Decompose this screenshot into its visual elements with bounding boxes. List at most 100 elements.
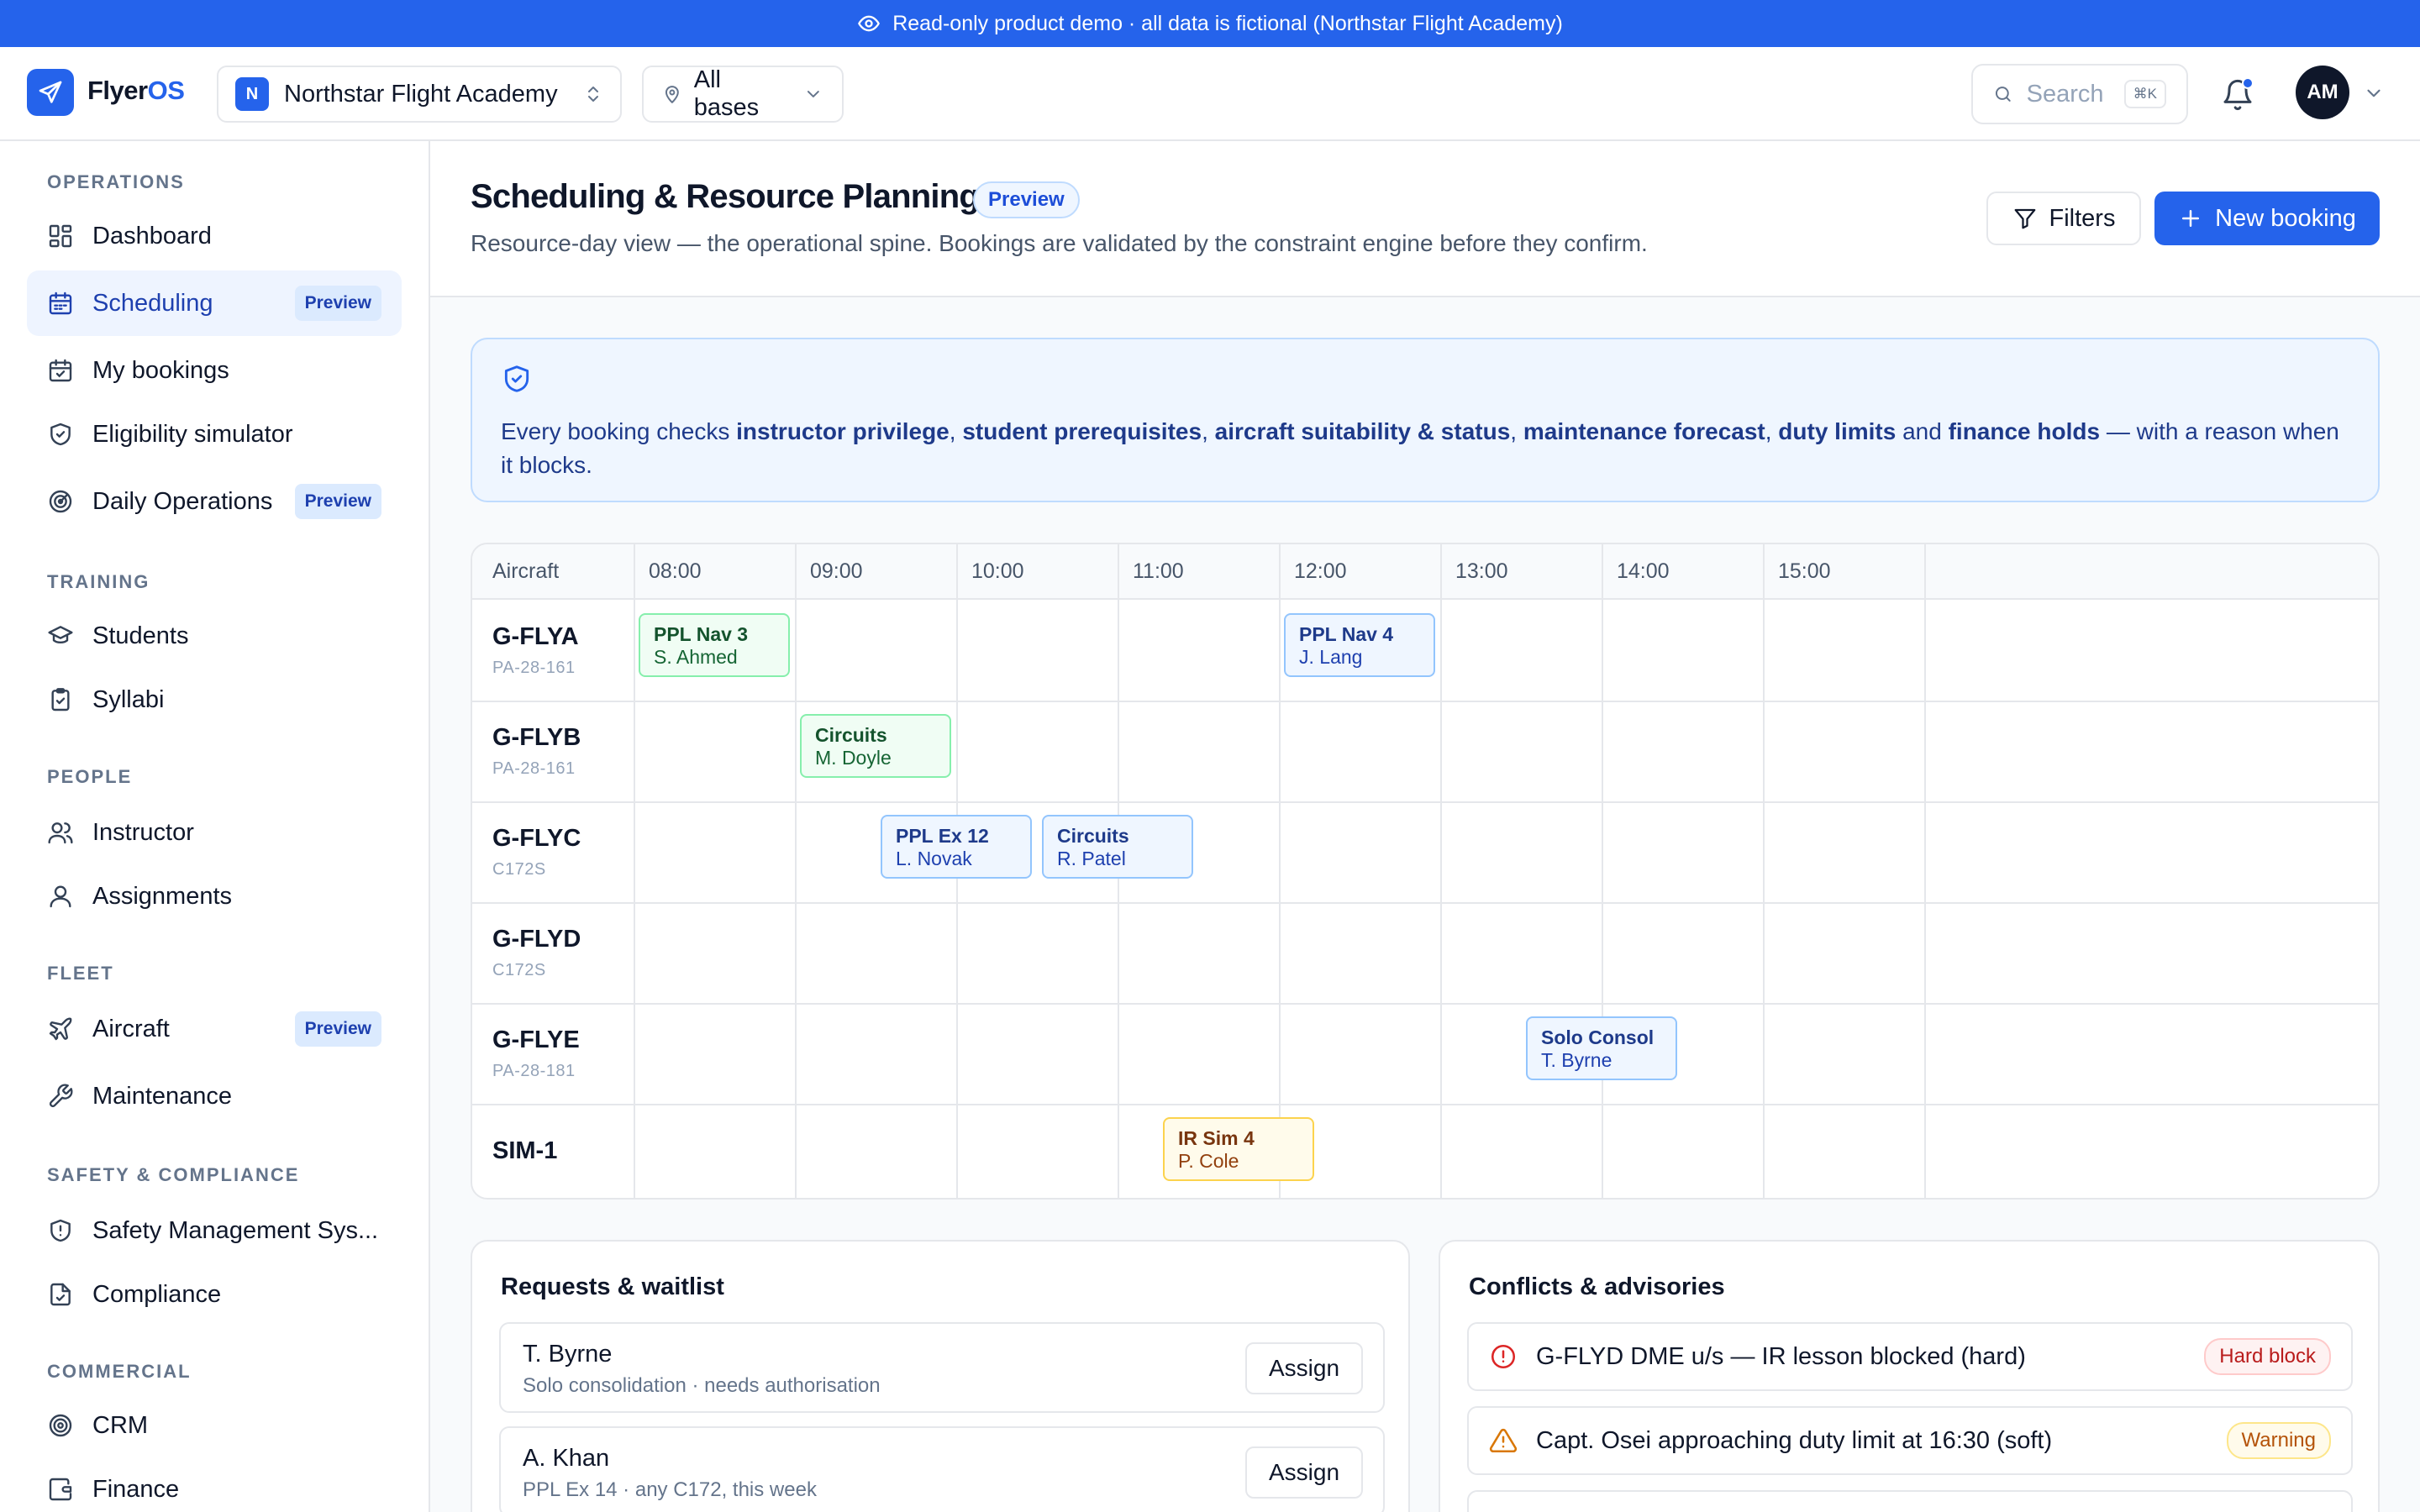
booking-block[interactable]: IR Sim 4 P. Cole	[1163, 1117, 1314, 1181]
sidebar: OPERATIONS Dashboard Scheduling Preview …	[0, 141, 430, 1512]
aircraft-type: PA-28-181	[492, 1062, 576, 1080]
waitlist-item[interactable]: T. Byrne Solo consolidation · needs auth…	[499, 1322, 1385, 1413]
sidebar-section-operations: OPERATIONS	[47, 171, 185, 192]
sidebar-section-safety-compliance: SAFETY & COMPLIANCE	[47, 1164, 300, 1185]
warning-badge: Warning	[2226, 1422, 2331, 1459]
hour-label: 08:00	[649, 559, 702, 583]
preview-badge: Preview	[294, 1011, 381, 1047]
sidebar-item-instructor[interactable]: Instructor	[27, 800, 402, 865]
new-booking-button-label: New booking	[2215, 204, 2356, 232]
chevrons-up-down-icon	[588, 87, 598, 102]
booking-block[interactable]: PPL Ex 12 L. Novak	[881, 815, 1032, 879]
sidebar-item-syllabi[interactable]: Syllabi	[27, 667, 402, 732]
notifications-button[interactable]	[2218, 76, 2257, 114]
info-text-highlight: aircraft suitability & status	[1214, 418, 1511, 444]
booking-block[interactable]: Solo Consol T. Byrne	[1526, 1016, 1677, 1080]
map-pin-icon	[665, 86, 679, 103]
conflict-item[interactable]: Capt. Osei approaching duty limit at 16:…	[1467, 1406, 2353, 1475]
info-text-part: Every booking checks	[501, 418, 737, 444]
wrench-icon	[49, 1084, 73, 1108]
aircraft-registration[interactable]: G-FLYB	[492, 724, 581, 752]
sidebar-item-aircraft[interactable]: Aircraft Preview	[27, 996, 402, 1062]
aircraft-type: PA-28-161	[492, 659, 576, 677]
info-text-highlight: student prerequisites	[962, 418, 1202, 444]
sidebar-item-finance[interactable]: Finance	[27, 1457, 402, 1512]
row-divider	[472, 701, 2378, 702]
hour-gridline	[1279, 544, 1281, 1198]
row-divider	[472, 1104, 2378, 1105]
aircraft-type: PA-28-161	[492, 759, 576, 778]
sidebar-item-students[interactable]: Students	[27, 603, 402, 669]
booking-block[interactable]: Circuits M. Doyle	[800, 714, 951, 778]
booking-title: IR Sim 4	[1178, 1127, 1255, 1149]
page-subtitle: Resource-day view — the operational spin…	[471, 230, 1648, 256]
sidebar-item-my-bookings[interactable]: My bookings	[27, 338, 402, 403]
info-text-highlight: maintenance forecast	[1523, 418, 1765, 444]
booking-person: T. Byrne	[1541, 1049, 1612, 1071]
assign-button[interactable]: Assign	[1245, 1446, 1363, 1499]
aircraft-registration[interactable]: G-FLYC	[492, 825, 581, 853]
hour-label: 09:00	[810, 559, 863, 583]
sidebar-item-compliance[interactable]: Compliance	[27, 1262, 402, 1327]
alert-triangle-icon	[1489, 1428, 1518, 1453]
top-bar: FlyerOS N Northstar Flight Academy All b…	[0, 47, 2420, 141]
aircraft-registration[interactable]: G-FLYD	[492, 926, 581, 953]
hour-gridline	[634, 544, 635, 1198]
booking-person: S. Ahmed	[654, 646, 738, 668]
sidebar-item-safety-management[interactable]: Safety Management Sys...	[27, 1198, 402, 1263]
search-box[interactable]: ⌘K	[1971, 64, 2188, 124]
account-menu-chevron-icon[interactable]	[2363, 82, 2385, 104]
constraint-engine-info: Every booking checks instructor privileg…	[471, 338, 2380, 502]
filters-button[interactable]: Filters	[1986, 192, 2141, 245]
shield-check-icon	[504, 365, 529, 392]
aircraft-registration[interactable]: G-FLYA	[492, 623, 579, 651]
preview-badge: Preview	[294, 484, 381, 519]
assign-button[interactable]: Assign	[1245, 1342, 1363, 1394]
new-booking-button[interactable]: New booking	[2154, 192, 2380, 245]
hour-label: 13:00	[1455, 559, 1508, 583]
hour-gridline	[1440, 544, 1442, 1198]
aircraft-type: C172S	[492, 961, 546, 979]
sidebar-item-label: Instructor	[92, 818, 194, 846]
chevron-down-icon	[808, 91, 820, 97]
booking-title: PPL Nav 3	[654, 623, 749, 645]
dashboard-icon	[49, 224, 72, 248]
hour-gridline	[795, 544, 797, 1198]
conflict-item[interactable]	[1467, 1490, 2353, 1512]
waitlist-student-name: A. Khan	[523, 1445, 610, 1472]
target-icon	[49, 1414, 72, 1437]
organization-selector[interactable]: N Northstar Flight Academy	[217, 66, 622, 123]
sidebar-item-eligibility-simulator[interactable]: Eligibility simulator	[27, 402, 402, 467]
base-selector-label: All bases	[693, 66, 760, 121]
sidebar-item-scheduling[interactable]: Scheduling Preview	[27, 270, 402, 336]
aircraft-registration[interactable]: G-FLYE	[492, 1026, 580, 1054]
booking-block[interactable]: PPL Nav 4 J. Lang	[1284, 613, 1435, 677]
radar-icon	[49, 490, 72, 513]
sidebar-item-daily-operations[interactable]: Daily Operations Preview	[27, 469, 402, 534]
aircraft-column-header: Aircraft	[492, 559, 560, 583]
booking-person: M. Doyle	[815, 747, 892, 769]
hour-gridline	[1763, 544, 1765, 1198]
aircraft-registration[interactable]: SIM-1	[492, 1137, 557, 1165]
conflict-item[interactable]: G-FLYD DME u/s — IR lesson blocked (hard…	[1467, 1322, 2353, 1391]
search-input[interactable]	[2026, 80, 2111, 108]
info-text-highlight: duty limits	[1778, 418, 1897, 444]
logo[interactable]	[27, 69, 74, 116]
conflicts-advisories-title: Conflicts & advisories	[1469, 1273, 1725, 1300]
waitlist-item[interactable]: A. Khan PPL Ex 14 · any C172, this week …	[499, 1426, 1385, 1512]
sidebar-item-label: Daily Operations	[92, 487, 273, 515]
user-icon	[50, 885, 71, 908]
sidebar-item-label: Syllabi	[92, 685, 165, 713]
booking-block[interactable]: PPL Nav 3 S. Ahmed	[639, 613, 790, 677]
filters-button-label: Filters	[2049, 204, 2116, 232]
hour-label: 10:00	[971, 559, 1024, 583]
sidebar-item-crm[interactable]: CRM	[27, 1393, 402, 1458]
user-avatar[interactable]: AM	[2296, 66, 2349, 119]
sidebar-item-dashboard[interactable]: Dashboard	[27, 203, 402, 269]
booking-block[interactable]: Circuits R. Patel	[1042, 815, 1193, 879]
base-selector[interactable]: All bases	[642, 66, 844, 123]
waitlist-request-detail: PPL Ex 14 · any C172, this week	[523, 1478, 817, 1501]
sidebar-item-maintenance[interactable]: Maintenance	[27, 1063, 402, 1129]
info-text-highlight: finance holds	[1948, 418, 2101, 444]
sidebar-item-assignments[interactable]: Assignments	[27, 864, 402, 929]
